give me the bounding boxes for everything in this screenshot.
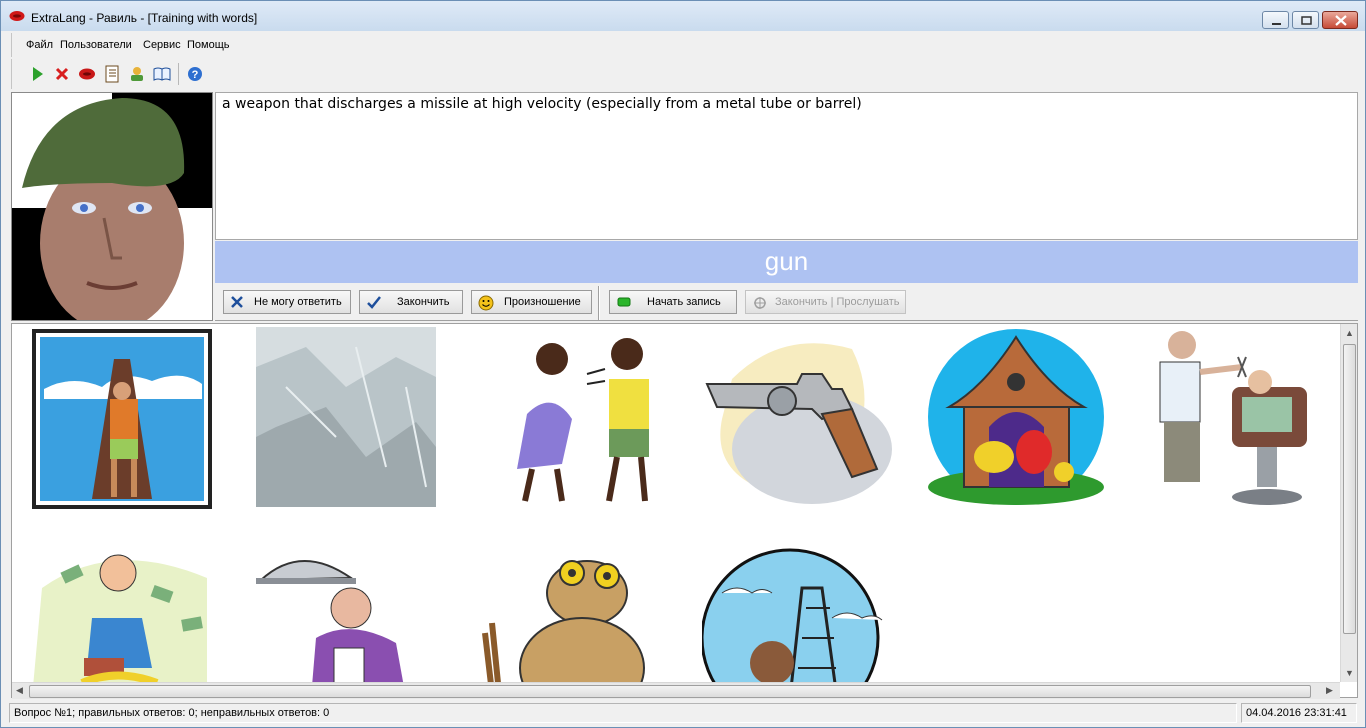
action-bar: Не могу ответить Закончить Произношение … (215, 284, 1358, 321)
picture-toad[interactable] (477, 548, 667, 698)
users-button[interactable] (126, 63, 148, 85)
pronunciation-button[interactable]: Произношение (471, 290, 592, 314)
help-icon: ? (188, 67, 202, 81)
action-separator (598, 286, 600, 320)
answer-word: gun (215, 241, 1358, 283)
toolbar-separator (178, 63, 179, 85)
smiley-icon (478, 295, 494, 311)
finish-button[interactable]: Закончить (359, 290, 463, 314)
vertical-scrollbar[interactable]: ▲ ▼ (1340, 324, 1357, 682)
cross-icon (231, 296, 243, 308)
scroll-left-icon[interactable]: ◀ (16, 685, 23, 696)
finish-listen-button[interactable]: Закончить | Прослушать (745, 290, 906, 314)
close-button[interactable] (1322, 11, 1358, 29)
scroll-down-icon[interactable]: ▼ (1345, 668, 1354, 678)
horizontal-scroll-thumb[interactable] (29, 685, 1311, 698)
minimize-button[interactable] (1262, 11, 1289, 29)
pronunciation-label: Произношение (504, 296, 581, 308)
app-window: ExtraLang - Равиль - [Training with word… (0, 0, 1366, 728)
menu-service[interactable]: Сервис (143, 39, 181, 51)
favorites-button[interactable] (76, 63, 98, 85)
svg-text:?: ? (192, 69, 199, 81)
start-record-button[interactable]: Начать запись (609, 290, 737, 314)
picture-barber[interactable] (1142, 327, 1332, 512)
scroll-right-icon[interactable]: ▶ (1326, 685, 1333, 696)
close-icon (1335, 15, 1347, 26)
title-bar[interactable]: ExtraLang - Равиль - [Training with word… (1, 1, 1365, 31)
cant-answer-label: Не могу ответить (254, 296, 342, 308)
app-logo-icon (9, 11, 25, 21)
soldier-face-image (12, 93, 212, 320)
picture-bird-house[interactable] (924, 327, 1109, 512)
menu-file[interactable]: Файл (26, 39, 53, 51)
toolbar: ? (11, 59, 1357, 89)
horizontal-scrollbar[interactable]: ◀ ▶ (12, 682, 1340, 699)
finish-label: Закончить (397, 296, 450, 308)
record-disabled-icon (754, 297, 766, 309)
picture-waiter-tray[interactable] (256, 548, 446, 698)
menu-users[interactable]: Пользователи (60, 39, 132, 51)
restore-button[interactable] (1292, 11, 1319, 29)
play-icon (33, 67, 43, 81)
picture-tourist-eiffel-tower[interactable] (32, 329, 212, 509)
picture-grid (11, 323, 1358, 698)
stop-button[interactable] (51, 63, 73, 85)
picture-ice-texture[interactable] (256, 327, 436, 507)
picture-arguing-couple[interactable] (477, 329, 667, 509)
help-button[interactable]: ? (184, 63, 206, 85)
status-progress: Вопрос №1; правильных ответов: 0; неправ… (9, 703, 1237, 723)
menu-help[interactable]: Помощь (187, 39, 230, 51)
finish-listen-label: Закончить | Прослушать (775, 296, 900, 308)
restore-icon (1301, 16, 1312, 25)
user-icon (131, 67, 143, 81)
minimize-icon (1272, 23, 1281, 25)
scroll-up-icon[interactable]: ▲ (1345, 328, 1354, 338)
book-icon (153, 67, 171, 81)
definition-text: a weapon that discharges a missile at hi… (215, 92, 1358, 240)
picture-girl-money[interactable] (32, 548, 212, 698)
record-green-icon (617, 297, 631, 307)
cant-answer-button[interactable]: Не могу ответить (223, 290, 351, 314)
heart-icon (79, 68, 95, 80)
book-button[interactable] (151, 63, 173, 85)
start-button[interactable] (26, 63, 48, 85)
avatar (11, 92, 213, 321)
menu-bar: Файл Пользователи Сервис Помощь (11, 33, 1357, 57)
status-datetime: 04.04.2016 23:31:41 (1241, 703, 1357, 723)
status-bar: Вопрос №1; правильных ответов: 0; неправ… (1, 701, 1365, 727)
notebook-icon (105, 65, 119, 83)
vertical-scroll-thumb[interactable] (1343, 344, 1356, 634)
window-title: ExtraLang - Равиль - [Training with word… (31, 11, 258, 25)
picture-oil-rig-man[interactable] (702, 548, 892, 698)
picture-revolver-gun[interactable] (702, 329, 892, 509)
stop-icon (55, 67, 69, 81)
checkmark-icon (367, 296, 381, 309)
dictionary-button[interactable] (101, 63, 123, 85)
start-record-label: Начать запись (647, 296, 721, 308)
